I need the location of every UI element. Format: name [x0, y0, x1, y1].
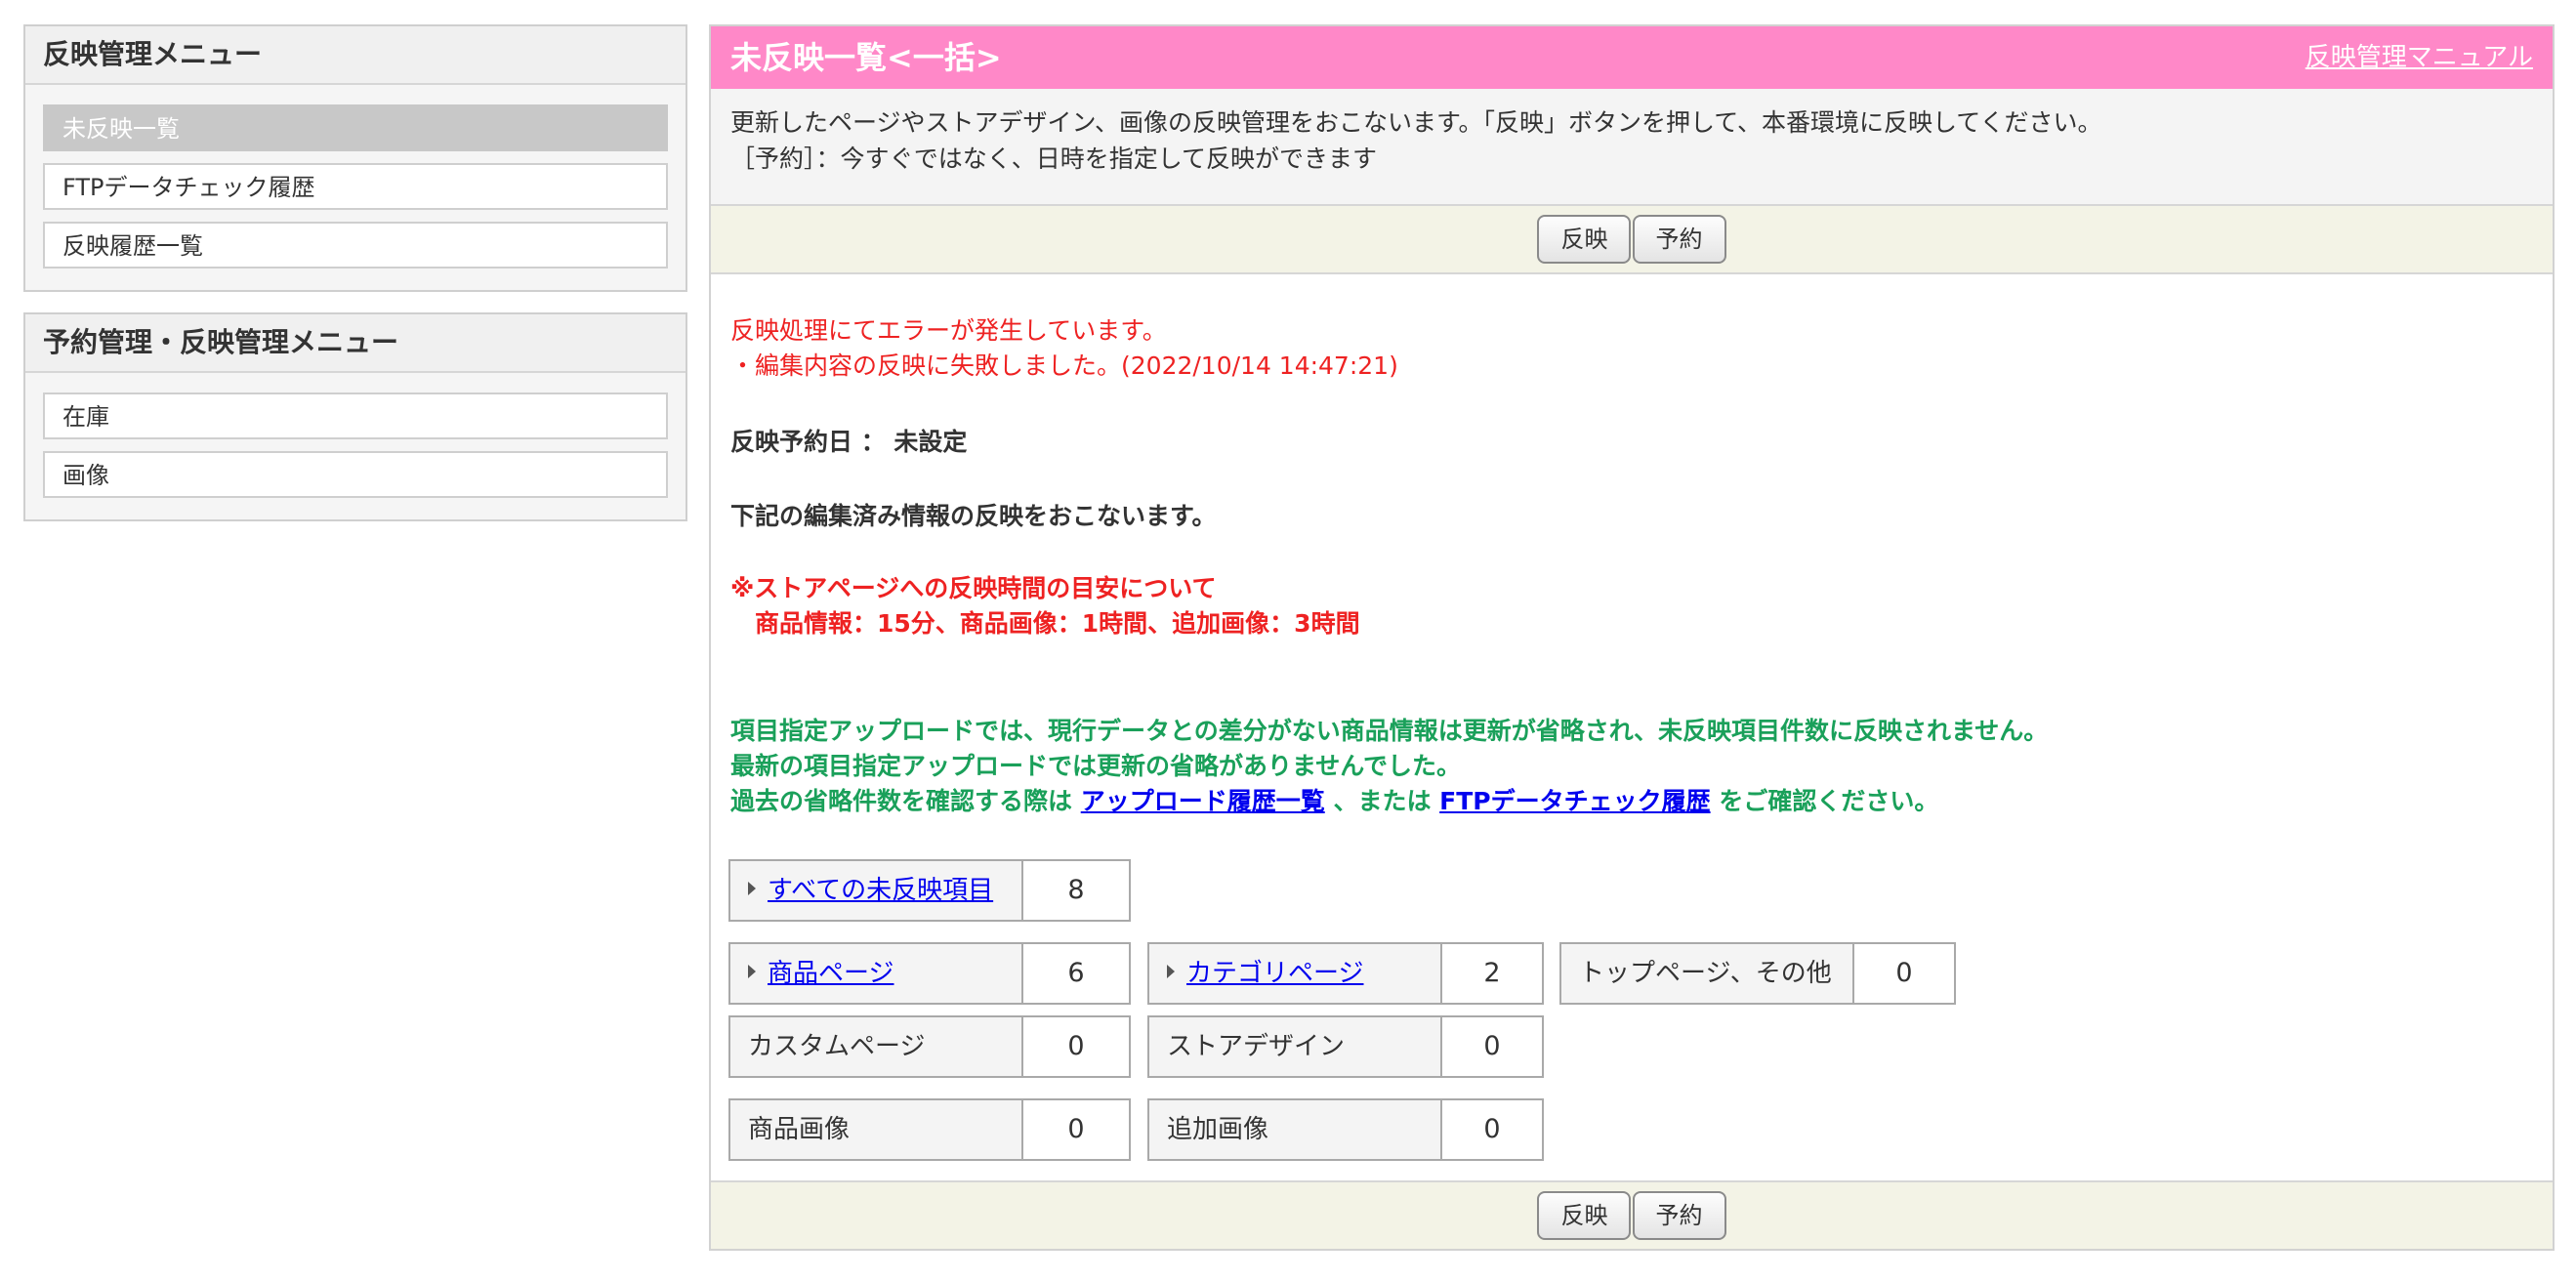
apply-button[interactable]: 反映	[1537, 1191, 1632, 1240]
count-all: すべての未反映項目 8	[728, 859, 1131, 922]
main-header: 未反映一覧<一括> 反映管理マニュアル	[711, 26, 2553, 89]
product-page-link[interactable]: 商品ページ	[768, 959, 893, 988]
schedule-date: 反映予約日 ： 未設定	[730, 428, 968, 456]
manual-link[interactable]: 反映管理マニュアル	[2306, 26, 2533, 89]
main-panel: 未反映一覧<一括> 反映管理マニュアル 更新したページやストアデザイン、画像の反…	[709, 24, 2555, 1251]
count-value: 6	[1067, 958, 1085, 988]
count-product-page: 商品ページ 6	[728, 942, 1131, 1005]
sidebar-item-unreflected-list[interactable]: 未反映一覧	[43, 104, 668, 151]
count-label: すべての未反映項目	[730, 861, 1023, 920]
error-detail: ・編集内容の反映に失敗しました。(2022/10/14 14:47:21)	[730, 351, 1398, 380]
category-page-link[interactable]: カテゴリページ	[1186, 959, 1363, 988]
triangle-right-icon	[748, 964, 756, 978]
count-label: ストアデザイン	[1149, 1017, 1442, 1076]
upload-history-link[interactable]: アップロード履歴一覧	[1081, 787, 1325, 815]
sidebar-item-images[interactable]: 画像	[43, 451, 668, 498]
count-value: 8	[1067, 875, 1085, 905]
count-value: 2	[1483, 958, 1501, 988]
upload-note-line: 項目指定アップロードでは、現行データとの差分がない商品情報は更新が省略され、未反…	[730, 717, 2049, 745]
description: 更新したページやストアデザイン、画像の反映管理をおこないます。「反映」ボタンを押…	[711, 89, 2553, 206]
content-area: 反映処理にてエラーが発生しています。 ・編集内容の反映に失敗しました。(2022…	[711, 274, 2553, 819]
count-value: 0	[1067, 1114, 1085, 1144]
apply-button[interactable]: 反映	[1537, 215, 1632, 264]
count-label: トップページ、その他	[1561, 944, 1854, 1003]
count-value: 0	[1483, 1031, 1501, 1061]
count-value: 0	[1895, 958, 1913, 988]
top-button-bar: 反映 予約	[711, 206, 2553, 274]
sidebar-item-inventory[interactable]: 在庫	[43, 393, 668, 439]
count-label: 追加画像	[1149, 1100, 1442, 1159]
count-label: カスタムページ	[730, 1017, 1023, 1076]
count-product-image: 商品画像 0	[728, 1098, 1131, 1161]
sidebar-menu-title: 予約管理・反映管理メニュー	[25, 314, 686, 373]
count-value: 0	[1067, 1031, 1085, 1061]
sidebar-item-ftp-check-history[interactable]: FTPデータチェック履歴	[43, 163, 668, 210]
warning-title: ※ストアページへの反映時間の目安について	[730, 574, 1217, 602]
description-line: 更新したページやストアデザイン、画像の反映管理をおこないます。「反映」ボタンを押…	[730, 108, 2102, 137]
count-label: 商品ページ	[730, 944, 1023, 1003]
sidebar-menu-reflection: 反映管理メニュー 未反映一覧 FTPデータチェック履歴 反映履歴一覧	[23, 24, 687, 292]
count-top-other: トップページ、その他 0	[1559, 942, 1956, 1005]
description-line: ［予約］：今すぐではなく、日時を指定して反映ができます	[730, 145, 1378, 173]
sidebar-item-reflection-history[interactable]: 反映履歴一覧	[43, 222, 668, 269]
sidebar-menu-title: 反映管理メニュー	[25, 26, 686, 85]
ftp-check-history-link[interactable]: FTPデータチェック履歴	[1439, 787, 1710, 815]
reflection-notice: 下記の編集済み情報の反映をおこないます。	[730, 502, 1217, 530]
count-custom-page: カスタムページ 0	[728, 1015, 1131, 1078]
count-value: 0	[1483, 1114, 1501, 1144]
all-unreflected-link[interactable]: すべての未反映項目	[768, 876, 993, 905]
page-title: 未反映一覧<一括>	[730, 39, 1002, 76]
triangle-right-icon	[748, 881, 756, 895]
note-text: 過去の省略件数を確認する際は	[730, 787, 1081, 815]
note-text: 、または	[1324, 787, 1440, 815]
triangle-right-icon	[1167, 964, 1175, 978]
count-store-design: ストアデザイン 0	[1147, 1015, 1544, 1078]
warning-detail: 商品情報：15分、商品画像：1時間、追加画像：3時間	[730, 609, 1360, 638]
count-label: 商品画像	[730, 1100, 1023, 1159]
count-category-page: カテゴリページ 2	[1147, 942, 1544, 1005]
reserve-button[interactable]: 予約	[1632, 1191, 1726, 1240]
upload-note-links: 過去の省略件数を確認する際は アップロード履歴一覧 、または FTPデータチェッ…	[730, 784, 2533, 819]
count-label: カテゴリページ	[1149, 944, 1442, 1003]
note-text: をご確認ください。	[1710, 787, 1939, 815]
upload-note-line: 最新の項目指定アップロードでは更新の省略がありませんでした。	[730, 752, 1462, 780]
count-additional-image: 追加画像 0	[1147, 1098, 1544, 1161]
error-message: 反映処理にてエラーが発生しています。	[730, 316, 1167, 345]
reserve-button[interactable]: 予約	[1632, 215, 1726, 264]
sidebar-menu-reservation: 予約管理・反映管理メニュー 在庫 画像	[23, 312, 687, 521]
bottom-button-bar: 反映 予約	[711, 1180, 2553, 1249]
